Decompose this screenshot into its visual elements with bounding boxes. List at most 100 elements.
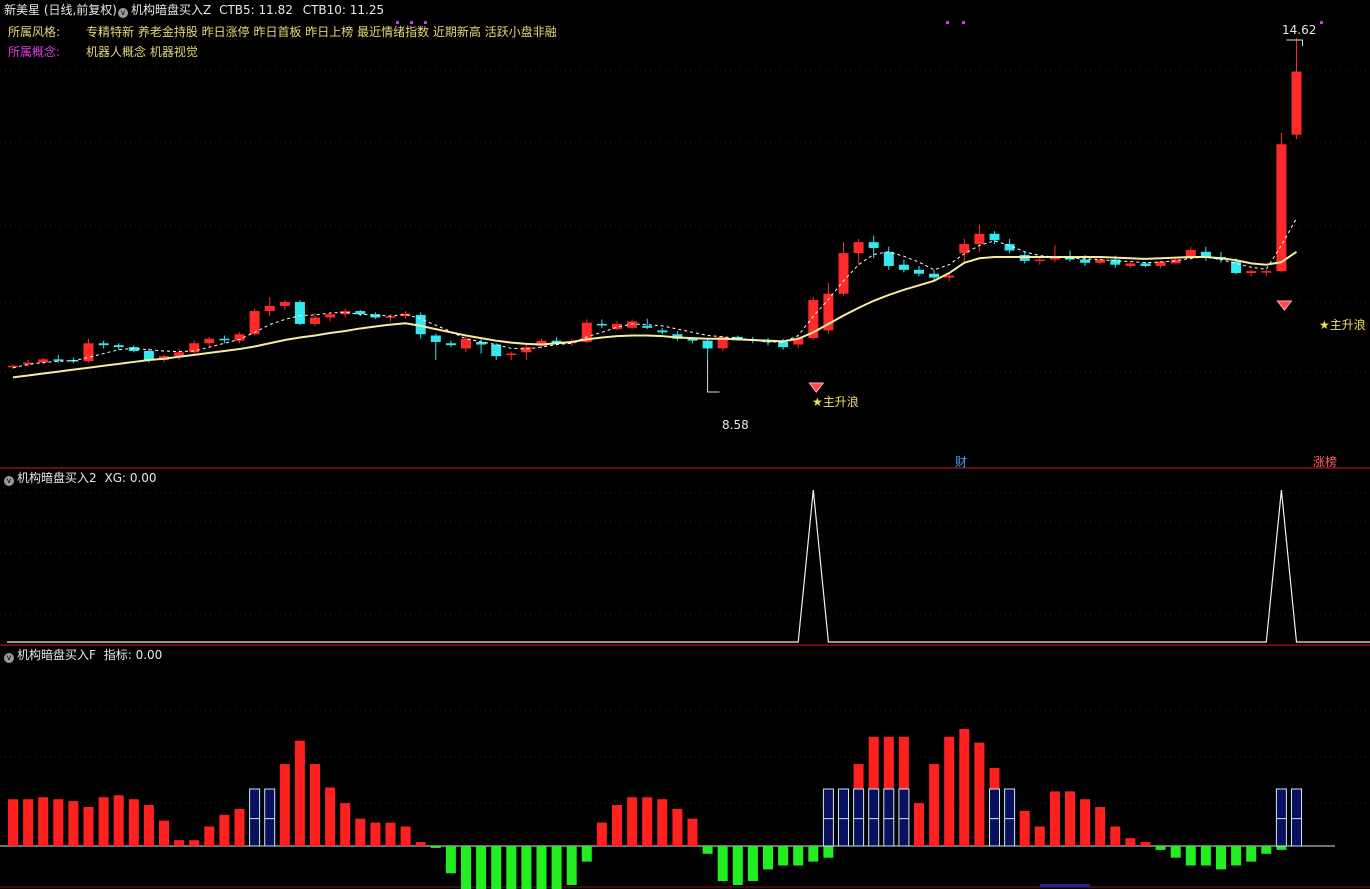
indicator-bar [551, 846, 562, 889]
overlay-bar [1275, 788, 1287, 847]
panel3-title: 机构暗盘买入F [17, 648, 96, 662]
finance-event-badge[interactable]: 财 [955, 455, 967, 469]
indicator-bar [325, 787, 336, 846]
candle-body [521, 347, 532, 353]
panel2-value: XG: 0.00 [104, 471, 157, 485]
candle-body [853, 242, 864, 254]
indicator-bar [521, 846, 532, 889]
marker-dot [396, 21, 399, 24]
limit-up-list-badge[interactable]: 涨榜 [1313, 455, 1337, 469]
indicator-bar [1110, 826, 1121, 846]
style-label: 所属风格: [8, 25, 61, 39]
candle-body [974, 233, 985, 245]
candle-body [898, 264, 909, 270]
candle-body [98, 343, 109, 346]
indicator-bar [445, 846, 456, 874]
kline-chart-canvas[interactable] [0, 0, 1370, 889]
indicator-bar [1140, 842, 1151, 846]
panel3-menu-icon[interactable]: v [4, 653, 14, 663]
indicator-bar [1276, 846, 1287, 850]
candle-body [657, 330, 668, 333]
indicator-header[interactable]: v 机构暗盘买入Z CTB5: 11.82 CTB10: 11.25 [118, 3, 384, 18]
indicator-bar [279, 764, 290, 846]
indicator-bar [642, 797, 653, 846]
indicator-bar [687, 818, 698, 846]
indicator-bar [8, 799, 18, 846]
overlay-bar [883, 788, 895, 847]
indicator-menu-icon[interactable]: v [118, 8, 128, 18]
candle-body [189, 343, 200, 353]
indicator-bar [747, 846, 758, 882]
indicator-bar [566, 846, 577, 885]
overlay-bar [249, 788, 261, 847]
marker-dot [1320, 21, 1323, 24]
style-tags: 专精特新 养老金持股 昨日涨停 昨日首板 昨日上榜 最近情绪指数 近期新高 活跃… [86, 25, 557, 39]
candle-body [989, 233, 1000, 241]
overlay-bar [989, 788, 1000, 847]
indicator-bar [672, 808, 683, 846]
indicator-bar [385, 822, 396, 846]
candle-body [143, 350, 154, 360]
candle-body [642, 325, 653, 328]
indicator-bar [23, 799, 34, 846]
indicator-bar [793, 846, 804, 866]
marker-dot [946, 21, 949, 24]
indicator-bar [128, 799, 139, 846]
ctb10-value: CTB10: 11.25 [302, 3, 385, 17]
indicator-bar [1155, 846, 1166, 850]
candle-body [264, 305, 275, 312]
stock-title: 新美星 (日线,前复权) [4, 3, 117, 17]
panel2-menu-icon[interactable]: v [4, 476, 14, 486]
indicator-bar [702, 846, 713, 854]
indicator-bar [1216, 846, 1226, 870]
candle-body [1261, 271, 1272, 273]
panel3-value: 指标: 0.00 [103, 648, 163, 662]
indicator-bar [476, 846, 487, 889]
indicator-bar [68, 801, 79, 846]
signal-gem-icon [1276, 300, 1293, 311]
indicator-bar [174, 840, 185, 846]
candle-body [1276, 144, 1287, 272]
candle-body [53, 359, 64, 361]
indicator-bar [415, 842, 426, 846]
indicator-bar [1049, 791, 1060, 846]
overlay-bar [822, 788, 834, 847]
indicator-bar [370, 822, 381, 846]
candle-body [491, 344, 502, 357]
indicator-bar [1125, 838, 1136, 846]
indicator-bar [732, 846, 743, 885]
overlay-bar [1004, 788, 1016, 847]
indicator-bar [657, 799, 668, 846]
indicator-bar [143, 805, 154, 846]
low-price-marker [707, 360, 720, 393]
xg-signal-line [7, 489, 1370, 643]
indicator-bar [189, 840, 200, 846]
indicator-bar [929, 764, 940, 846]
indicator-bar [1019, 810, 1030, 846]
indicator-bar [823, 846, 834, 858]
candle-body [1140, 263, 1151, 266]
indicator-bar [506, 846, 517, 889]
panel2-title: 机构暗盘买入2 [17, 471, 97, 485]
candle-body [868, 242, 879, 248]
indicator-bar [536, 846, 547, 889]
indicator-bar [430, 846, 441, 848]
panel2-header[interactable]: v 机构暗盘买入2 XG: 0.00 [4, 471, 157, 486]
indicator-bar [959, 729, 970, 846]
indicator-bar [355, 818, 366, 846]
indicator-bar [1246, 846, 1257, 862]
indicator-bar [98, 797, 109, 846]
candle-body [627, 321, 638, 328]
panel3-header[interactable]: v 机构暗盘买入F 指标: 0.00 [4, 648, 162, 663]
signal-label-main-wave: ★主升浪 [812, 395, 859, 409]
candle-body [219, 338, 230, 341]
signal-label-main-wave: ★主升浪 [1319, 318, 1366, 332]
indicator-bar [219, 814, 230, 846]
candle-body [1080, 259, 1091, 263]
indicator-bar [1034, 826, 1045, 846]
candle-body [430, 335, 441, 342]
indicator-bar [1261, 846, 1272, 854]
indicator-bar [234, 808, 245, 846]
indicator-bar [1170, 846, 1181, 858]
candle-body [914, 269, 924, 274]
